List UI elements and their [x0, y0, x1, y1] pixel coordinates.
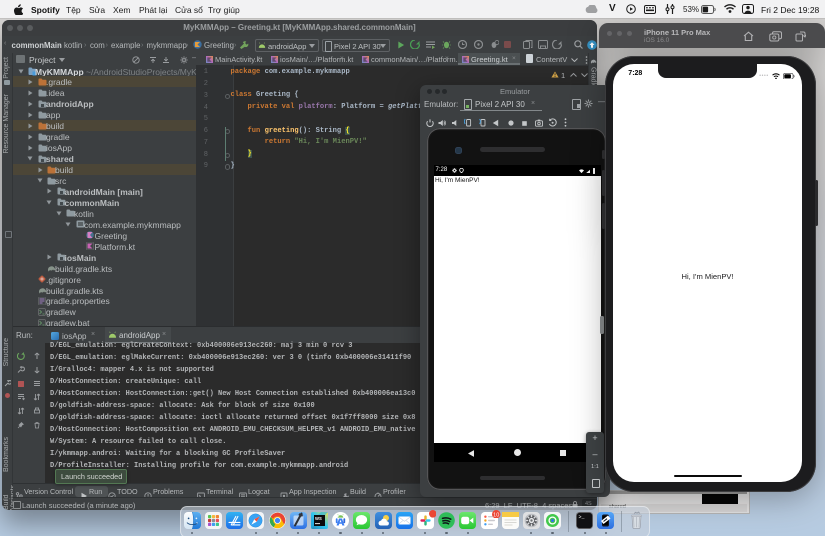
- svg-text:10: 10: [493, 512, 499, 518]
- svg-text:>_: >_: [579, 514, 586, 520]
- svg-text:WS: WS: [315, 516, 322, 521]
